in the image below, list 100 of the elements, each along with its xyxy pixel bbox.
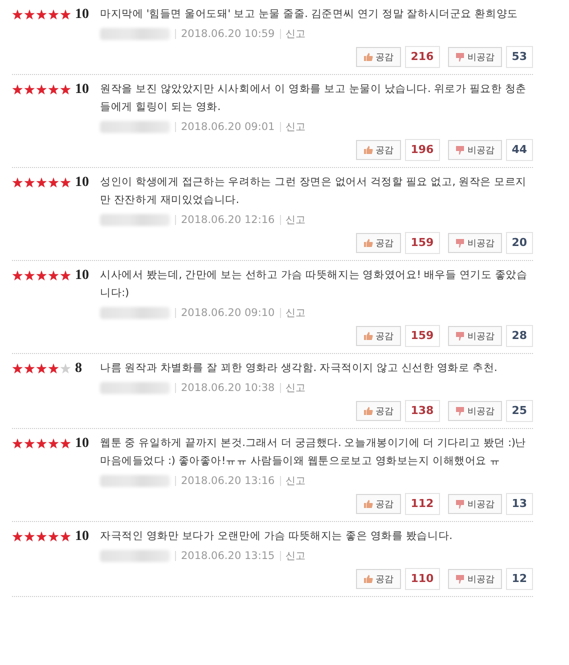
review-text: 마지막에 '힘들면 울어도돼' 보고 눈물 줄줄. 김준면씨 연기 정말 잘하시더군요 환희양도 [100,7,519,22]
star-icon [12,531,23,542]
like-count: 216 [404,46,440,68]
rating-score: 10 [75,268,89,284]
review-date: 2018.06.20 09:10 [181,307,275,319]
star-icon [36,177,47,188]
star-icon [12,84,23,95]
like-button[interactable]: 공감 [356,494,401,514]
review-text: 웹툰 중 유일하게 끝까지 본것.그래서 더 궁금했다. 오늘개봉이기에 더 기다리고 봤던 :)난 마음에들었다 :) 좋아좋아!ㅠㅠ 사람들이왜 웹툰으로보고 영화보는지 이해했어요 ㅠ [100,436,528,469]
report-link[interactable]: 신고 [286,381,306,395]
thumbs-down-icon [454,406,465,416]
star-icon [24,270,35,281]
thumbs-up-icon [362,145,373,155]
report-link[interactable]: 신고 [286,549,306,563]
rating-score: 10 [75,436,89,452]
star-icon [48,363,59,374]
like-count: 112 [404,493,440,515]
report-link[interactable]: 신고 [286,306,306,320]
thumbs-down-icon [454,499,465,509]
star-icon [24,177,35,188]
dislike-button[interactable]: 비공감 [448,140,502,160]
like-count: 110 [404,568,440,590]
dislike-button[interactable]: 비공감 [448,326,502,346]
star-icon [48,84,59,95]
like-button[interactable]: 공감 [356,569,401,589]
dislike-count: 25 [506,400,533,422]
star-icon [24,531,35,542]
like-count: 159 [404,325,440,347]
star-icon [24,363,35,374]
thumbs-down-icon [454,52,465,62]
review-date: 2018.06.20 10:38 [181,382,275,394]
star-icon [60,438,71,449]
star-icon [48,9,59,20]
review-text: 시사에서 봤는데, 간만에 보는 선하고 가슴 따뜻해지는 영화였어요! 배우들 연기도 좋았습니다:) [100,268,528,301]
review-date: 2018.06.20 13:16 [181,475,275,487]
dislike-count: 12 [506,568,533,590]
like-button[interactable]: 공감 [356,326,401,346]
rating-score: 8 [75,360,82,376]
star-icon [48,531,59,542]
blurred-username [100,307,170,319]
blurred-username [100,475,170,487]
star-icon [60,9,71,20]
like-count: 159 [404,232,440,254]
review-date: 2018.06.20 09:01 [181,121,275,133]
review-text: 나름 원작과 차별화를 잘 꾀한 영화라 생각함. 자극적이지 않고 신선한 영화로 추천. [100,361,498,376]
star-icon [12,9,23,20]
like-count: 196 [404,139,440,161]
blurred-username [100,214,170,226]
star-icon [36,270,47,281]
thumbs-up-icon [362,499,373,509]
review-text: 자극적인 영화만 보다가 오랜만에 가슴 따뜻해지는 좋은 영화를 봤습니다. [100,529,454,544]
dislike-button[interactable]: 비공감 [448,569,502,589]
rating-score: 10 [75,528,89,544]
rating-score: 10 [75,174,89,190]
star-icon [24,84,35,95]
blurred-username [100,28,170,40]
star-icon [60,270,71,281]
dislike-button[interactable]: 비공감 [448,401,502,421]
thumbs-up-icon [362,574,373,584]
review-date: 2018.06.20 13:15 [181,550,275,562]
like-button[interactable]: 공감 [356,233,401,253]
blurred-username [100,382,170,394]
thumbs-up-icon [362,406,373,416]
dislike-count: 44 [506,139,533,161]
like-count: 138 [404,400,440,422]
star-icon [12,270,23,281]
blurred-username [100,121,170,133]
like-button[interactable]: 공감 [356,47,401,67]
star-icon [48,438,59,449]
star-icon [36,363,47,374]
like-button[interactable]: 공감 [356,140,401,160]
report-link[interactable]: 신고 [286,27,306,41]
dislike-count: 13 [506,493,533,515]
blurred-username [100,550,170,562]
star-icon [60,177,71,188]
thumbs-down-icon [454,145,465,155]
star-icon [12,363,23,374]
star-icon [36,84,47,95]
review-text: 원작을 보진 않았았지만 시사회에서 이 영화를 보고 눈물이 났습니다. 위로가 필요한 청춘들에게 힐링이 되는 영화. [100,82,528,115]
dislike-count: 28 [506,325,533,347]
star-icon [60,531,71,542]
star-icon [36,531,47,542]
rating-score: 10 [75,82,89,98]
dislike-count: 53 [506,46,533,68]
like-button[interactable]: 공감 [356,401,401,421]
star-icon [24,438,35,449]
dislike-button[interactable]: 비공감 [448,233,502,253]
star-icon [48,270,59,281]
dislike-button[interactable]: 비공감 [448,47,502,67]
star-icon [12,438,23,449]
report-link[interactable]: 신고 [286,474,306,488]
star-icon [12,177,23,188]
review-date: 2018.06.20 12:16 [181,214,275,226]
report-link[interactable]: 신고 [286,213,306,227]
dislike-button[interactable]: 비공감 [448,494,502,514]
review-text: 성인이 학생에게 접근하는 우려하는 그런 장면은 없어서 걱정할 필요 없고, 원작은 모르지만 잔잔하게 재미있었습니다. [100,175,528,208]
star-icon [24,9,35,20]
star-icon [48,177,59,188]
report-link[interactable]: 신고 [286,120,306,134]
thumbs-up-icon [362,238,373,248]
